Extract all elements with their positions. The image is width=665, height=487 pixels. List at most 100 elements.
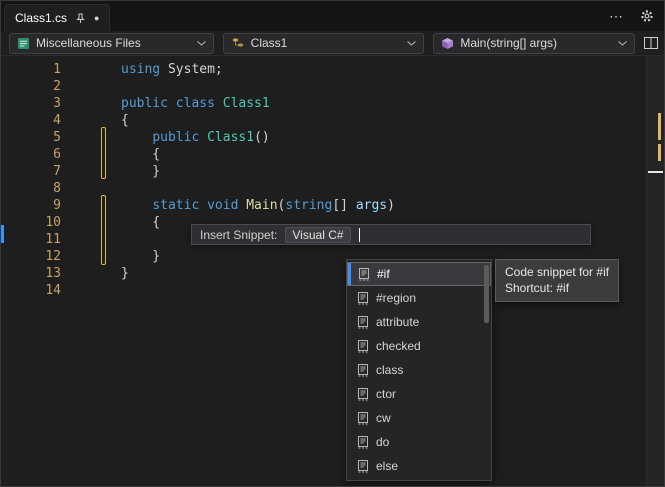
code-line[interactable]: 6 { xyxy=(1,146,646,163)
completion-item-label: do xyxy=(376,435,390,449)
code-line[interactable]: 7 } xyxy=(1,163,646,180)
snippet-language-chip[interactable]: Visual C# xyxy=(285,226,351,243)
scrollbar-change-mark xyxy=(658,113,661,140)
code-line[interactable]: 5 public Class1() xyxy=(1,129,646,146)
tab-title: Class1.cs xyxy=(15,11,68,25)
project-dropdown-label: Miscellaneous Files xyxy=(36,36,141,50)
vs-editor-window: Class1.cs ● ⋯ Miscellaneous Files Class1… xyxy=(0,0,665,487)
line-number: 6 xyxy=(53,147,61,162)
code-line[interactable]: 9 static void Main(string[] args) xyxy=(1,197,646,214)
snippet-icon xyxy=(357,267,371,281)
caret-line-marker xyxy=(1,225,4,243)
line-number: 5 xyxy=(53,130,61,145)
navigation-bar: Miscellaneous Files Class1 Main(string[]… xyxy=(1,31,664,56)
snippet-icon xyxy=(356,387,370,401)
completion-item-label: cw xyxy=(376,411,391,425)
completion-scrollbar[interactable] xyxy=(484,263,489,477)
selection-accent xyxy=(347,334,350,358)
tab-class1[interactable]: Class1.cs ● xyxy=(4,4,111,31)
completion-item-label: #if xyxy=(377,267,390,281)
code-text: } xyxy=(121,266,129,281)
member-dropdown-label: Main(string[] args) xyxy=(460,36,558,50)
tab-overflow-button[interactable]: ⋯ xyxy=(609,8,624,25)
selection-accent xyxy=(347,454,350,478)
snippet-icon xyxy=(356,411,370,425)
selection-accent xyxy=(347,310,350,334)
line-number: 11 xyxy=(45,232,61,247)
code-text: public Class1() xyxy=(152,130,270,145)
completion-item[interactable]: do xyxy=(347,430,491,454)
completion-item[interactable]: class xyxy=(347,358,491,382)
member-dropdown[interactable]: Main(string[] args) xyxy=(433,32,635,54)
snippet-icon xyxy=(356,459,370,473)
completion-item[interactable]: attribute xyxy=(347,310,491,334)
completion-item-label: attribute xyxy=(376,315,420,329)
selection-accent xyxy=(347,406,350,430)
split-editor-button[interactable] xyxy=(644,37,658,49)
chevron-down-icon xyxy=(618,40,627,46)
chevron-down-icon xyxy=(196,40,206,46)
code-line[interactable]: 2 xyxy=(1,78,646,95)
line-number: 13 xyxy=(45,266,61,281)
code-text: { xyxy=(121,147,161,162)
tab-bar-actions: ⋯ xyxy=(609,1,654,31)
completion-item[interactable]: ctor xyxy=(347,382,491,406)
code-editor[interactable]: 1 using System; 2 3 public class Class1 4{5 p… xyxy=(1,56,664,486)
completion-item[interactable]: cw xyxy=(347,406,491,430)
code-text: { xyxy=(121,215,161,230)
chevron-down-icon xyxy=(407,40,417,46)
code-text: static void Main(string[] args) xyxy=(152,198,395,213)
line-number: 14 xyxy=(45,283,61,298)
editor-scrollbar[interactable] xyxy=(646,56,664,486)
line-number: 7 xyxy=(53,164,61,179)
line-number: 12 xyxy=(45,249,61,264)
completion-item[interactable]: checked xyxy=(347,334,491,358)
line-number: 8 xyxy=(53,181,61,196)
line-number: 3 xyxy=(53,96,61,111)
selection-accent xyxy=(348,263,351,285)
snippet-icon xyxy=(356,291,370,305)
tooltip-description: Code snippet for #if xyxy=(505,265,610,279)
code-line[interactable]: 8 xyxy=(1,180,646,197)
completion-item[interactable]: #if xyxy=(347,262,491,286)
project-dropdown[interactable]: Miscellaneous Files xyxy=(9,32,214,54)
line-number: 4 xyxy=(53,113,61,128)
completion-item[interactable]: else xyxy=(347,454,491,478)
tooltip-shortcut: Shortcut: #if xyxy=(505,281,570,295)
line-number: 1 xyxy=(53,62,61,77)
completion-item-label: ctor xyxy=(376,387,397,401)
line-number: 10 xyxy=(45,215,61,230)
snippet-icon xyxy=(356,339,370,353)
completion-item-label: class xyxy=(376,363,404,377)
snippet-icon xyxy=(356,363,370,377)
scrollbar-caret-mark xyxy=(648,171,663,173)
snippet-icon xyxy=(356,315,370,329)
file-icon xyxy=(17,37,30,50)
completion-scrollbar-thumb[interactable] xyxy=(484,265,489,323)
code-line[interactable]: 4{ xyxy=(1,112,646,129)
class-dropdown[interactable]: Class1 xyxy=(222,32,425,54)
insert-snippet-popup: Insert Snippet: Visual C# xyxy=(191,224,591,245)
completion-items: #if #region attribute checked class ctor cw do e… xyxy=(347,262,491,478)
completion-item[interactable]: #region xyxy=(347,286,491,310)
snippet-icon xyxy=(356,435,370,449)
change-tracking-bar xyxy=(101,127,106,179)
pin-icon[interactable] xyxy=(75,13,86,24)
snippet-completion-list: #if #region attribute checked class ctor cw do e… xyxy=(346,259,492,481)
selection-accent xyxy=(347,382,350,406)
completion-item-label: #region xyxy=(376,291,417,305)
code-text: using System; xyxy=(121,62,223,77)
tab-bar: Class1.cs ● ⋯ xyxy=(1,1,664,31)
change-tracking-bar xyxy=(101,195,106,265)
scrollbar-change-mark xyxy=(658,144,661,161)
selection-accent xyxy=(347,286,350,310)
method-icon xyxy=(441,37,454,50)
insert-snippet-label: Insert Snippet: xyxy=(200,227,278,242)
code-line[interactable]: 1 using System; xyxy=(1,61,646,78)
completion-item-label: else xyxy=(376,459,399,473)
gear-icon[interactable] xyxy=(640,9,654,23)
code-line[interactable]: 3 public class Class1 xyxy=(1,95,646,112)
code-text: } xyxy=(121,164,161,179)
